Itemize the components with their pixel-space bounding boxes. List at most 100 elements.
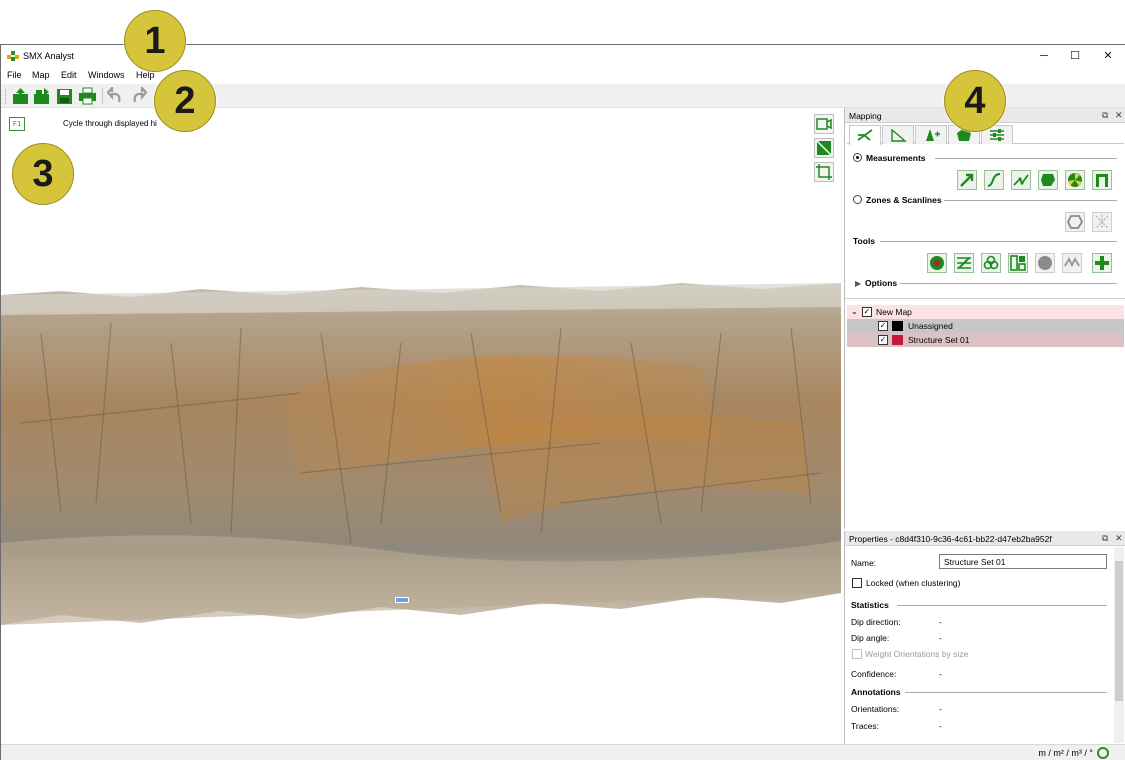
traces-label: Traces: [851,721,880,731]
rock-face-model[interactable] [1,273,841,633]
measure-arrow-button[interactable] [957,170,977,190]
3d-viewport[interactable]: F1 Cycle through displayed hi [1,108,841,744]
toolbar-separator [102,88,103,104]
locked-checkbox[interactable] [852,578,862,588]
tree-row-structure-set[interactable]: ✓ Structure Set 01 [847,333,1124,347]
tools-divider [880,241,1117,242]
collapse-chevron-icon[interactable]: ⌄ [851,307,858,316]
dip-angle-value: - [939,633,942,643]
add-tool-button[interactable] [1092,253,1112,273]
info-status-icon[interactable] [1097,747,1109,759]
location-marker[interactable] [395,597,409,603]
measure-polyline-button[interactable] [1011,170,1031,190]
measure-radial-button[interactable] [1065,170,1085,190]
points-tab-icon [926,129,940,141]
callout-2: 2 [154,70,216,132]
confidence-label: Confidence: [851,669,897,679]
zones-radio[interactable] [853,195,862,204]
name-input[interactable] [939,554,1107,569]
import-icon[interactable] [32,87,51,105]
toggle-overlay-icon [816,140,832,156]
open-project-icon[interactable] [11,87,30,105]
toggle-overlay-button[interactable] [814,138,834,158]
maximize-button[interactable]: ☐ [1065,49,1085,63]
wave-tool-button[interactable] [1062,253,1082,273]
zones-label: Zones & Scanlines [866,195,942,205]
zones-divider [944,200,1117,201]
measurements-label: Measurements [866,153,926,163]
weight-orientations-label: Weight Orientations by size [865,649,969,659]
properties-panel-title: Properties - c8d4f310-9c36-4c61-bb22-d47… [849,534,1052,544]
status-bar: m / m² / m³ / ° [1,744,1125,760]
tab-scanline[interactable] [882,125,914,144]
units-indicator[interactable]: m / m² / m³ / ° [1038,748,1093,758]
camera-view-button[interactable] [814,114,834,134]
close-panel-icon[interactable]: ✕ [1115,110,1123,121]
float-panel-icon[interactable]: ⧉ [1102,110,1108,121]
structure-set-checkbox[interactable]: ✓ [878,335,888,345]
close-panel-icon[interactable]: ✕ [1115,533,1123,544]
cluster-tool-button[interactable] [927,253,947,273]
cluster-icon [930,256,944,270]
layout-tool-button[interactable] [1008,253,1028,273]
menu-file[interactable]: File [7,70,22,80]
panel-splitter[interactable] [845,298,1125,302]
save-icon[interactable] [55,87,74,105]
traces-value: - [939,721,942,731]
redo-icon[interactable] [128,87,147,105]
measure-trace-button[interactable] [984,170,1004,190]
tab-measure[interactable] [849,125,881,145]
zone-polygon-button[interactable] [1065,212,1085,232]
measure-tab-icon [857,129,873,141]
tree-row-unassigned[interactable]: ✓ Unassigned [847,319,1124,333]
structure-set-color-swatch[interactable] [892,335,903,345]
menu-edit[interactable]: Edit [61,70,77,80]
scanline-button[interactable] [1092,212,1112,232]
properties-scrollbar[interactable] [1114,547,1124,743]
measure-polygon-button[interactable] [1038,170,1058,190]
scrollbar-thumb[interactable] [1115,561,1123,701]
options-label[interactable]: Options [865,278,897,288]
unassigned-color-swatch[interactable] [892,321,903,331]
app-logo-icon [7,51,19,61]
measure-profile-button[interactable] [1092,170,1112,190]
dip-angle-label: Dip angle: [851,633,890,643]
measurements-radio[interactable] [853,153,862,162]
annotations-heading: Annotations [851,687,901,697]
tab-points[interactable] [915,125,947,144]
close-button[interactable]: ✕ [1098,49,1118,63]
crop-view-button[interactable] [814,162,834,182]
options-expand-icon[interactable]: ▶ [855,279,861,288]
scanline-icon [1095,215,1109,229]
toolbar-grip[interactable] [5,89,8,104]
radial-tool-icon [1068,173,1082,187]
menu-map[interactable]: Map [32,70,50,80]
measurements-divider [935,158,1117,159]
statistics-heading: Statistics [851,600,889,610]
tree-row-root[interactable]: ⌄ ✓ New Map [847,305,1124,319]
zone-polygon-icon [1066,215,1084,229]
window-title: SMX Analyst [23,51,75,61]
print-icon[interactable] [78,87,97,105]
wave-icon [1064,256,1080,268]
root-checkbox[interactable]: ✓ [862,307,872,317]
minimize-button[interactable]: ─ [1034,49,1054,63]
group-tool-button[interactable] [981,253,1001,273]
float-panel-icon[interactable]: ⧉ [1102,533,1108,544]
weight-orientations-checkbox[interactable] [852,649,862,659]
surface-icon [1038,256,1052,270]
unassigned-checkbox[interactable]: ✓ [878,321,888,331]
app-window: SMX Analyst ─ ☐ ✕ File Map Edit Windows … [0,44,1125,760]
polygon-tool-icon [1041,174,1055,186]
arrow-tool-icon [960,173,974,187]
surface-tool-button[interactable] [1035,253,1055,273]
name-label: Name: [851,558,877,568]
polyline-tool-icon [1013,174,1029,186]
align-tool-button[interactable] [954,253,974,273]
trace-tool-icon [987,173,1001,187]
callout-3: 3 [12,143,74,205]
undo-icon[interactable] [107,87,126,105]
plus-icon [1095,256,1109,270]
menu-windows[interactable]: Windows [88,70,125,80]
align-icon [957,257,971,269]
